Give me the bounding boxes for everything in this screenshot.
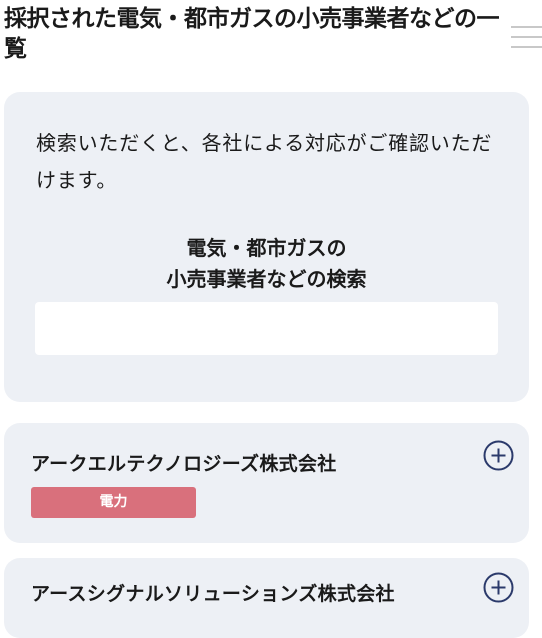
company-search-input[interactable] <box>35 302 498 355</box>
menu-icon-bar <box>511 46 542 48</box>
plus-circle-icon[interactable] <box>483 440 514 471</box>
company-card: アークエルテクノロジーズ株式会社 電力 <box>4 423 529 543</box>
company-name: アースシグナルソリューションズ株式会社 <box>31 583 395 605</box>
company-name: アークエルテクノロジーズ株式会社 <box>31 453 337 475</box>
search-heading-line: 小売事業者などの検索 <box>166 267 367 291</box>
search-heading-line: 電気・都市ガスの <box>186 236 347 260</box>
search-panel: 検索いただくと、各社による対応がご確認いただけます。 電気・都市ガスの 小売事業… <box>4 92 529 402</box>
menu-icon-bar <box>511 36 542 38</box>
menu-icon-bar <box>511 26 542 28</box>
category-badge-electricity: 電力 <box>31 487 196 518</box>
page-title: 採択された電気・都市ガスの小売事業者などの一覧 <box>4 6 500 62</box>
plus-circle-icon[interactable] <box>483 572 514 603</box>
hamburger-menu-icon[interactable] <box>511 18 542 52</box>
company-card: アースシグナルソリューションズ株式会社 <box>4 558 529 638</box>
search-heading: 電気・都市ガスの 小売事業者などの検索 <box>4 233 529 295</box>
search-intro-text: 検索いただくと、各社による対応がご確認いただけます。 <box>36 131 493 192</box>
